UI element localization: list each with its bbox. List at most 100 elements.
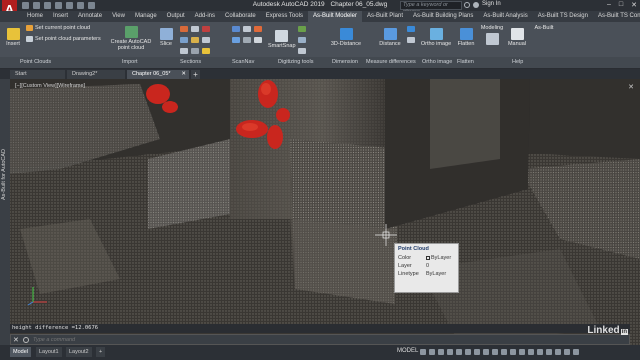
isolate-icon[interactable] xyxy=(546,349,552,355)
section-tool-icon[interactable] xyxy=(180,48,188,54)
workspace-icon[interactable] xyxy=(510,349,516,355)
digitize-icon[interactable] xyxy=(298,37,306,43)
doc-tab-start[interactable]: Start xyxy=(10,70,65,79)
ribbon-tab-collaborate[interactable]: Collaborate xyxy=(220,11,261,22)
ribbon-tab-insert[interactable]: Insert xyxy=(48,11,73,22)
measure-icon[interactable] xyxy=(407,37,415,43)
section-tool-icon[interactable] xyxy=(191,48,199,54)
layout-tab-layout1[interactable]: Layout1 xyxy=(36,347,62,357)
ribbon-tab-annotate[interactable]: Annotate xyxy=(73,11,107,22)
polar-icon[interactable] xyxy=(447,349,453,355)
digitize-icon[interactable] xyxy=(298,26,306,32)
otrack-icon[interactable] xyxy=(465,349,471,355)
scannav-icon[interactable] xyxy=(232,37,240,43)
scannav-icon[interactable] xyxy=(232,26,240,32)
section-tool-icon[interactable] xyxy=(191,37,199,43)
doc-tab-chapter[interactable]: Chapter 06_05* ✕ xyxy=(127,70,189,79)
section-tool-icon[interactable] xyxy=(191,26,199,32)
manual-button[interactable]: Manual xyxy=(505,28,529,47)
color-swatch-icon xyxy=(426,256,430,260)
digitize-icon[interactable] xyxy=(298,48,306,54)
as-built-menu[interactable]: As-Built xyxy=(531,25,557,31)
minimize-icon[interactable]: – xyxy=(607,1,611,9)
layout-tab-layout2[interactable]: Layout2 xyxy=(66,347,92,357)
search-input[interactable]: Type a keyword or phrase xyxy=(400,1,462,15)
units-icon[interactable] xyxy=(528,349,534,355)
hardware-acceleration-icon[interactable] xyxy=(555,349,561,355)
section-tool-icon[interactable] xyxy=(202,37,210,43)
as-built-label: As-Built xyxy=(534,25,554,31)
doc-tab-drawing2[interactable]: Drawing2* xyxy=(67,70,125,79)
scannav-icon[interactable] xyxy=(243,26,251,32)
section-tool-icon[interactable] xyxy=(180,37,188,43)
section-tool-icon[interactable] xyxy=(202,48,210,54)
selection-cycling-icon[interactable] xyxy=(492,349,498,355)
set-point-cloud-parameters-button[interactable]: Set point cloud parameters xyxy=(26,36,101,42)
scannav-icon[interactable] xyxy=(254,26,262,32)
add-layout-button[interactable]: + xyxy=(96,347,106,357)
command-input[interactable] xyxy=(33,335,623,344)
grid-icon[interactable] xyxy=(420,349,426,355)
sign-in-link[interactable]: Sign In xyxy=(482,1,501,7)
scannav-icon[interactable] xyxy=(254,37,262,43)
smartsnap-button[interactable]: SmartSnap xyxy=(268,30,296,49)
flatten-icon xyxy=(459,28,473,40)
ribbon-tab-as-built-plant[interactable]: As-Built Plant xyxy=(362,11,408,22)
section-tool-icon[interactable] xyxy=(180,26,188,32)
slice-button[interactable]: Slice xyxy=(156,28,176,47)
linkedin-watermark: Linked in xyxy=(587,325,628,336)
transparency-icon[interactable] xyxy=(483,349,489,355)
new-tab-button[interactable]: + xyxy=(191,70,200,79)
maximize-icon[interactable]: □ xyxy=(619,1,623,9)
close-icon[interactable]: ✕ xyxy=(631,1,637,9)
slice-label: Slice xyxy=(160,41,172,47)
3d-distance-button[interactable]: 3D-Distance xyxy=(330,28,362,47)
distance-button[interactable]: Distance xyxy=(376,28,404,47)
drawing-viewport[interactable]: As-Built for AutoCAD [−][Custom View][Wi… xyxy=(0,79,640,345)
ribbon-tab-output[interactable]: Output xyxy=(162,11,190,22)
ribbon-tab-home[interactable]: Home xyxy=(22,11,48,22)
flatten-button[interactable]: Flatten xyxy=(454,28,478,47)
ortho-image-button[interactable]: Ortho image xyxy=(420,28,452,47)
measure-icon[interactable] xyxy=(407,26,415,32)
ribbon-tab-as-built-ts-design[interactable]: As-Built TS Design xyxy=(533,11,593,22)
model-space-toggle[interactable]: MODEL xyxy=(397,348,418,354)
create-autocad-point-cloud-button[interactable]: Create AutoCAD point cloud xyxy=(106,26,156,51)
ribbon-tab-manage[interactable]: Manage xyxy=(130,11,162,22)
ribbon-tab-view[interactable]: View xyxy=(107,11,130,22)
osnap-icon[interactable] xyxy=(456,349,462,355)
ortho-icon[interactable] xyxy=(438,349,444,355)
snap-icon[interactable] xyxy=(429,349,435,355)
ribbon-tab-as-built-ts-control[interactable]: As-Built TS Control xyxy=(593,11,640,22)
ribbon-tab-as-built-building-plans[interactable]: As-Built Building Plans xyxy=(408,11,478,22)
close-command-icon[interactable]: ✕ xyxy=(13,336,19,344)
set-current-label: Set current point cloud xyxy=(35,25,91,31)
layout-tab-model[interactable]: Model xyxy=(10,347,31,357)
ribbon-tab-add-ins[interactable]: Add-ins xyxy=(190,11,220,22)
section-tool-icon[interactable] xyxy=(202,26,210,32)
ribbon-tab-express-tools[interactable]: Express Tools xyxy=(261,11,308,22)
clean-screen-icon[interactable] xyxy=(564,349,570,355)
customization-icon[interactable] xyxy=(573,349,579,355)
ribbon-tab-as-built-analysis[interactable]: As-Built Analysis xyxy=(478,11,532,22)
property-value-text: ByLayer xyxy=(431,255,452,261)
modeling-button[interactable]: Modeling xyxy=(478,25,506,46)
annotation-monitor-icon[interactable] xyxy=(519,349,525,355)
annotation-scale-icon[interactable] xyxy=(501,349,507,355)
scannav-icon[interactable] xyxy=(243,37,251,43)
search-icon[interactable] xyxy=(464,2,470,8)
close-tab-icon[interactable]: ✕ xyxy=(181,70,186,79)
panel-label-measure-differences: Measure differences xyxy=(366,59,416,65)
insert-button[interactable]: Insert xyxy=(3,28,23,47)
lineweight-icon[interactable] xyxy=(474,349,480,355)
quick-properties-icon[interactable] xyxy=(537,349,543,355)
set-current-point-cloud-button[interactable]: Set current point cloud xyxy=(26,25,90,31)
command-search-icon[interactable] xyxy=(23,337,29,343)
side-palette[interactable]: As-Built for AutoCAD xyxy=(0,79,10,345)
user-icon[interactable] xyxy=(473,2,479,8)
panel-label-dimension: Dimension xyxy=(332,59,358,65)
viewport-controls[interactable]: [−][Custom View][Wireframe] xyxy=(15,83,85,89)
viewport-close-icon[interactable]: ✕ xyxy=(628,83,634,91)
point-cloud-scene xyxy=(0,79,640,345)
ribbon-tab-as-built-modeler[interactable]: As-Built Modeler xyxy=(307,11,362,22)
